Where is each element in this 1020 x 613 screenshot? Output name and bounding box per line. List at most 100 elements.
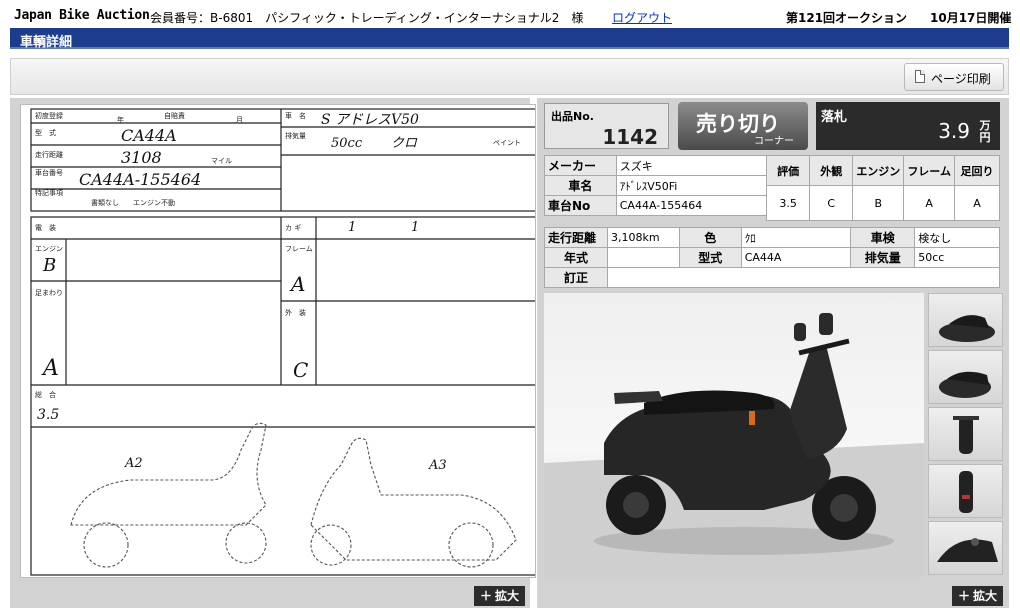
hand-note-a3: A3: [428, 458, 447, 473]
model-value: CA44A: [740, 247, 852, 268]
label-self-insurance: 自賠責: [164, 111, 185, 120]
grade-header-engine: エンジン: [852, 155, 905, 186]
print-page-button[interactable]: ページ印刷: [904, 63, 1004, 91]
winning-bid-unit: 万円: [979, 119, 991, 144]
mileage-label: 走行距離: [544, 227, 608, 248]
grade-suspension: A: [953, 185, 1001, 221]
corner-sub-label: コーナー: [754, 136, 794, 147]
maker-label: メーカー: [544, 155, 617, 176]
corner-badge: 売り切り コーナー: [678, 102, 808, 150]
plus-icon: ＋: [479, 589, 492, 603]
hand-color: クロ: [391, 136, 418, 151]
grade-header-suspension: 足回り: [953, 155, 1001, 186]
page-title-bar: 車輌詳細: [10, 28, 1009, 50]
label-displacement: 排気量: [285, 131, 306, 140]
hand-shutter: 1: [411, 220, 419, 235]
label-key: カ ギ: [285, 224, 301, 232]
label-paint: ペイント: [493, 139, 521, 147]
label-car-name: 車 名: [285, 111, 306, 120]
thumbnail-3[interactable]: [928, 407, 1003, 461]
auction-sheet-drawing: 初度登録 自賠責 年 月 型 式 走行距離 マイル 車台番号 特記事項 書類なし…: [30, 108, 535, 576]
label-suspension: 足まわり: [35, 289, 63, 297]
label-electric: 電 装: [35, 223, 56, 232]
hand-car-name: S アドレスV50: [321, 112, 419, 128]
thumbnail-5[interactable]: [928, 521, 1003, 575]
label-mile: マイル: [211, 157, 232, 165]
hand-ext-grade: C: [293, 358, 308, 382]
thumbnail-4[interactable]: [928, 464, 1003, 518]
year-value: [606, 247, 680, 268]
correction-value: [606, 267, 1001, 288]
logout-link[interactable]: ログアウト: [612, 9, 672, 26]
label-documents: 書類なし エンジン不動: [91, 198, 175, 207]
thumbnail-1[interactable]: [928, 293, 1003, 347]
winning-bid-box: 落札 3.9 万円: [816, 102, 1000, 150]
auction-number: 第121回オークション: [786, 11, 908, 25]
hand-mileage: 3108: [121, 148, 162, 167]
grade-exterior: C: [809, 185, 854, 221]
toolbar: ページ印刷: [10, 58, 1009, 95]
photo-zoom-label: 拡大: [972, 589, 997, 603]
color-label: 色: [678, 227, 742, 248]
inspection-value: 検なし: [914, 227, 1000, 248]
displacement-label: 排気量: [850, 247, 916, 268]
car-name-label: 車名: [544, 175, 617, 196]
scooter-diagram: [70, 422, 517, 568]
auction-sheet-panel: 初度登録 自賠責 年 月 型 式 走行距離 マイル 車台番号 特記事項 書類なし…: [10, 98, 536, 608]
hand-note-a2: A2: [124, 456, 143, 471]
sheet-zoom-label: 拡大: [494, 589, 519, 603]
hand-key: 1: [348, 220, 356, 235]
detail-spec-table: 走行距離 3,108km 色 ｸﾛ 車検 検なし 年式 型式 CA44A 排気量…: [544, 227, 1001, 288]
label-frame-no: 車台番号: [35, 168, 63, 177]
grade-engine: B: [852, 185, 905, 221]
lot-number: 1142: [602, 125, 658, 149]
print-page-label: ページ印刷: [931, 72, 991, 86]
hand-susp-grade: A: [41, 356, 59, 381]
label-year: 年: [117, 115, 124, 124]
hand-overall: 3.5: [37, 407, 59, 423]
label-first-registration: 初度登録: [35, 111, 63, 120]
auction-date: 10月17日開催: [930, 11, 1012, 25]
label-type: 型 式: [35, 128, 56, 137]
model-label: 型式: [678, 247, 742, 268]
label-mileage: 走行距離: [35, 150, 63, 159]
inspection-label: 車検: [850, 227, 916, 248]
color-value: ｸﾛ: [740, 227, 852, 248]
grade-frame: A: [903, 185, 955, 221]
winning-bid-value: 3.9: [938, 119, 970, 143]
main-vehicle-photo[interactable]: [544, 293, 924, 577]
grade-header-overall: 評価: [765, 155, 811, 186]
label-notes: 特記事項: [35, 188, 63, 197]
page-title: 車輌詳細: [20, 35, 73, 50]
mileage-value: 3,108km: [606, 227, 680, 248]
scooter-photo: [544, 313, 924, 577]
hand-type: CA44A: [121, 126, 177, 145]
label-overall: 総 合: [35, 390, 56, 399]
hand-engine-grade: B: [42, 255, 56, 276]
grade-overall: 3.5: [765, 185, 811, 221]
thumbnail-2[interactable]: [928, 350, 1003, 404]
vehicle-info-panel: 出品No. 1142 売り切り コーナー 落札 3.9 万円 メーカー スズキ …: [537, 98, 1009, 608]
basic-spec-table: メーカー スズキ 車名 ｱﾄﾞﾚｽV50Fi 車台No CA44A-155464: [544, 155, 800, 216]
site-logo: Japan Bike Auction: [14, 8, 150, 23]
member-info: 会員番号：B-6801 パシフィック・トレーディング・インターナショナル2 様: [150, 11, 584, 25]
year-label: 年式: [544, 247, 608, 268]
hand-displacement: 50cc: [331, 136, 363, 151]
top-header: Japan Bike Auction 会員番号：B-6801 パシフィック・トレ…: [0, 0, 1020, 28]
photo-thumbnails: [928, 293, 1003, 578]
hand-frame-no: CA44A-155464: [79, 170, 201, 189]
plus-icon: ＋: [957, 589, 970, 603]
grade-table: 評価 外観 エンジン フレーム 足回り 3.5 C B A A: [765, 155, 1001, 221]
auction-sheet-image: 初度登録 自賠責 年 月 型 式 走行距離 マイル 車台番号 特記事項 書類なし…: [20, 104, 536, 578]
displacement-value: 50cc: [914, 247, 1000, 268]
winning-bid-label: 落札: [821, 110, 848, 125]
grade-header-frame: フレーム: [903, 155, 955, 186]
grade-header-exterior: 外観: [809, 155, 854, 186]
page-icon: [915, 70, 925, 83]
sheet-zoom-button[interactable]: ＋拡大: [473, 586, 525, 606]
label-exterior: 外 装: [285, 308, 306, 317]
lot-number-box: 出品No. 1142: [544, 103, 669, 149]
photo-zoom-button[interactable]: ＋拡大: [951, 586, 1003, 606]
frame-no-label: 車台No: [544, 195, 617, 216]
correction-label: 訂正: [544, 267, 608, 288]
